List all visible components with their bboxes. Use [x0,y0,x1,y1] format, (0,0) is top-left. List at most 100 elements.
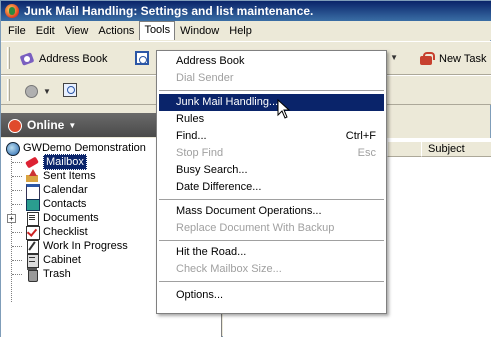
documents-expander[interactable]: + [7,214,16,223]
menu-item-options[interactable]: Options... [159,287,384,304]
menu-item-mass-document-operations[interactable]: Mass Document Operations... [159,203,384,220]
find-icon [135,51,149,65]
quick-find-button[interactable] [63,83,77,97]
menu-actions[interactable]: Actions [93,22,139,40]
tree-item-mailbox[interactable]: Mailbox [25,154,87,170]
address-book-button[interactable]: Address Book [19,51,107,67]
menu-item-check-mailbox-size: Check Mailbox Size... [159,261,384,278]
globe-icon [5,141,20,156]
menu-window[interactable]: Window [175,22,224,40]
menu-item-label: Replace Document With Backup [176,222,335,234]
menu-item-label: Options... [176,289,224,301]
menu-bar: File Edit View Actions Tools Window Help [1,21,491,40]
tree-root[interactable]: GWDemo Demonstration [5,141,146,156]
menu-separator [159,240,384,242]
online-mode-selector[interactable]: Online ▼ [1,113,156,137]
tree-connector [12,162,22,163]
tree-item-cabinet[interactable]: Cabinet [25,253,81,268]
tree-item-documents[interactable]: Documents [25,211,99,226]
menu-edit[interactable]: Edit [31,22,60,40]
tree-connector [12,176,22,177]
gear-icon [23,83,39,99]
menu-separator [159,90,384,92]
tree-item-label: Trash [43,268,71,280]
menu-item-shortcut: Esc [357,147,376,159]
toolbar-grip[interactable] [7,47,10,69]
menu-item-label: Mass Document Operations... [176,205,322,217]
find-button[interactable] [135,51,149,65]
settings-button[interactable]: ▼ [23,83,51,99]
menu-item-shortcut: Ctrl+F [345,130,376,142]
calendar-icon [25,183,40,200]
online-icon [7,117,23,133]
work-in-progress-icon [25,239,39,254]
menu-item-junk-mail-handling[interactable]: Junk Mail Handling... [159,94,384,111]
menu-view[interactable]: View [60,22,94,40]
tree-connector [12,204,22,205]
menu-item-dial-sender: Dial Sender [159,70,384,87]
address-book-label: Address Book [39,53,108,65]
menu-item-label: Dial Sender [176,72,234,84]
tree-item-label: Cabinet [43,254,81,266]
menu-separator [159,199,384,201]
menu-help[interactable]: Help [224,22,257,40]
menu-item-label: Address Book [176,55,245,67]
tree-item-trash[interactable]: Trash [25,267,71,282]
toolbar-grip[interactable] [7,79,10,101]
trash-icon [25,267,39,282]
new-task-button[interactable]: New Task [419,51,486,67]
menu-item-address-book[interactable]: Address Book [159,53,384,70]
mailbox-icon [25,155,39,169]
contacts-icon [25,197,40,211]
new-task-icon [419,51,435,67]
checklist-icon [25,225,40,240]
menu-item-label: Check Mailbox Size... [176,263,282,275]
menu-item-find[interactable]: Find... Ctrl+F [159,128,384,145]
menu-item-label: Junk Mail Handling... [176,96,279,108]
menu-item-hit-the-road[interactable]: Hit the Road... [159,244,384,261]
tree-item-label: Work In Progress [43,240,128,252]
tree-connector [12,246,22,247]
window-title: Junk Mail Handling: Settings and list ma… [24,4,314,18]
tree-connector [12,190,22,191]
menu-separator [159,281,384,283]
menu-item-label: Date Difference... [176,181,262,193]
menu-tools[interactable]: Tools [139,21,176,40]
tree-connector [11,150,12,302]
menu-item-rules[interactable]: Rules [159,111,384,128]
menu-item-label: Stop Find [176,147,224,159]
tree-item-label: Calendar [43,184,88,196]
menu-item-busy-search[interactable]: Busy Search... [159,162,384,179]
tree-connector [12,260,22,261]
new-task-label: New Task [439,53,487,65]
tree-item-contacts[interactable]: Contacts [25,197,86,211]
groupwise-app-icon [5,4,19,18]
title-bar[interactable]: Junk Mail Handling: Settings and list ma… [1,1,491,21]
menu-file[interactable]: File [3,22,31,40]
tree-item-label: Sent Items [43,170,96,182]
sent-items-icon [25,169,39,183]
menu-item-replace-document-with-backup: Replace Document With Backup [159,220,384,237]
column-header-subject[interactable]: Subject [421,141,491,157]
tree-item-work-in-progress[interactable]: Work In Progress [25,239,128,254]
tree-item-calendar[interactable]: Calendar [25,183,88,200]
tree-connector [12,274,22,275]
chevron-down-icon: ▼ [43,86,51,96]
tree-root-label: GWDemo Demonstration [23,142,146,154]
tools-menu: Address Book Dial Sender Junk Mail Handl… [156,50,387,314]
address-book-icon [19,51,35,67]
tree-item-sent-items[interactable]: Sent Items [25,169,96,183]
chevron-down-icon: ▼ [390,52,398,62]
app-window: Junk Mail Handling: Settings and list ma… [0,0,491,337]
online-label: Online [27,118,65,132]
tree-item-label: Mailbox [43,154,87,170]
menu-item-date-difference[interactable]: Date Difference... [159,179,384,196]
tree-connector [12,232,22,233]
menu-item-label: Rules [176,113,205,125]
chevron-down-icon: ▼ [68,120,77,130]
cabinet-icon [25,253,39,268]
menu-item-stop-find: Stop Find Esc [159,145,384,162]
tree-item-checklist[interactable]: Checklist [25,225,88,240]
tree-item-label: Contacts [43,198,87,210]
menu-item-label: Find... [176,130,207,142]
